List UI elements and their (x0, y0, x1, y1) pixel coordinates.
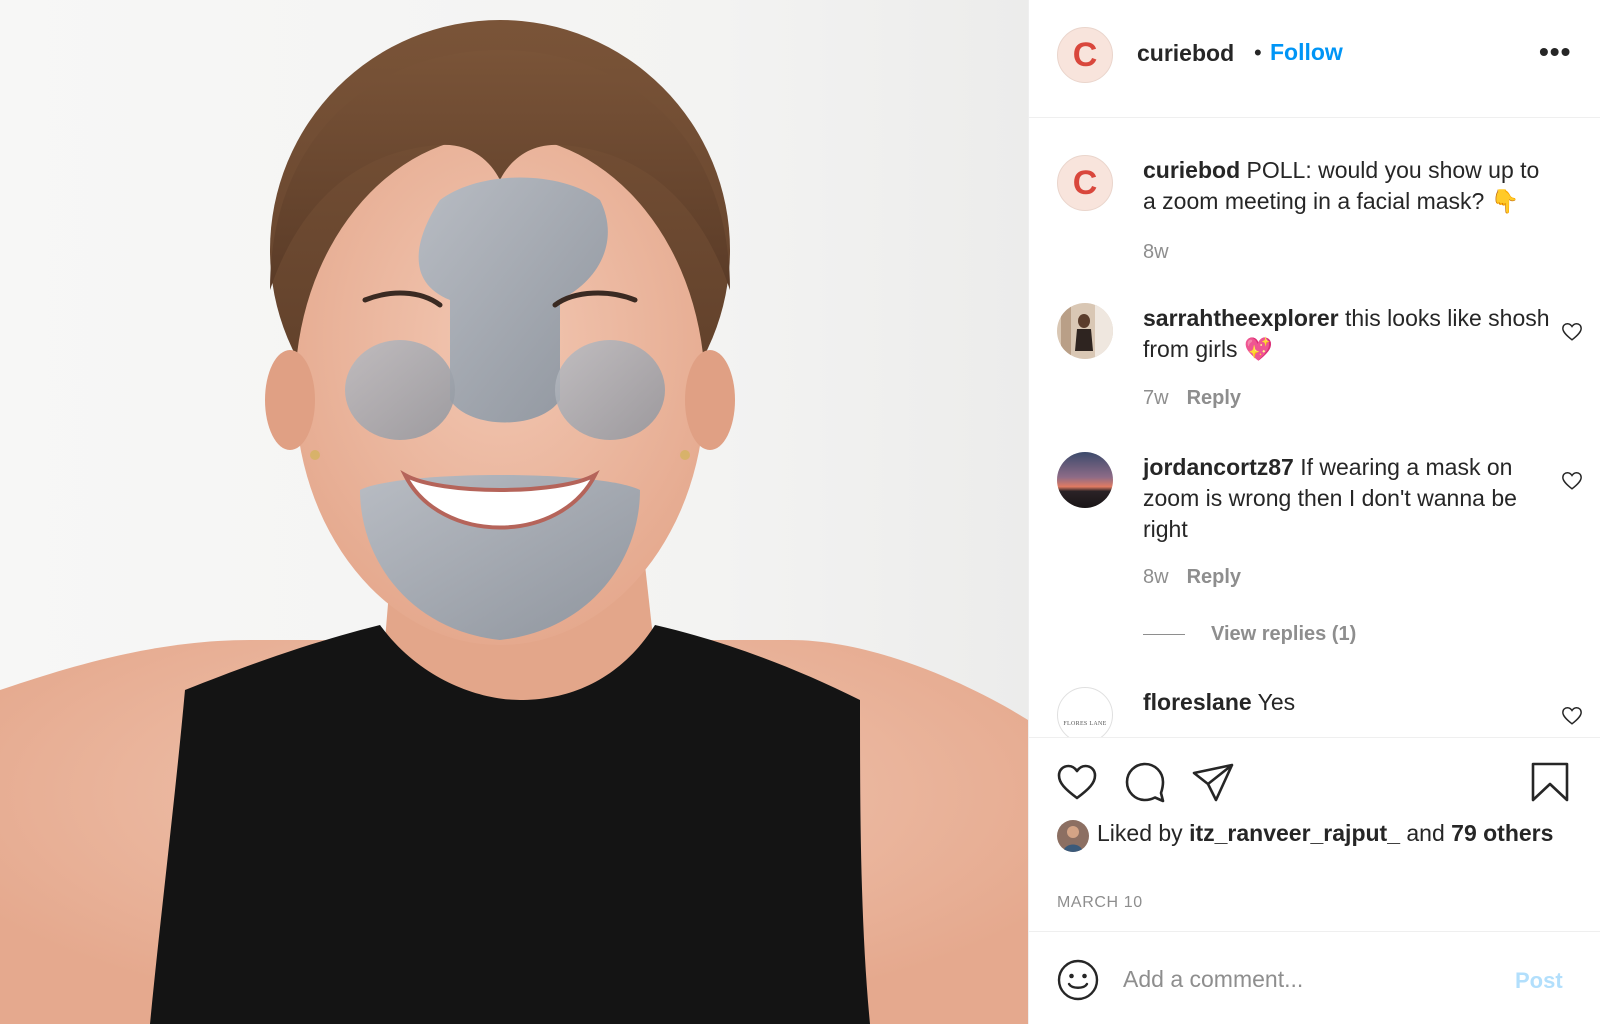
author-username[interactable]: curiebod (1137, 40, 1234, 67)
header-separator: • (1254, 40, 1262, 65)
comment-body: jordancortz87 If wearing a mask on zoom … (1143, 452, 1553, 545)
like-comment-heart-icon[interactable] (1561, 321, 1583, 343)
post-date[interactable]: MARCH 10 (1057, 894, 1143, 912)
post-comment-button[interactable]: Post (1515, 968, 1563, 994)
view-replies-button[interactable]: View replies (1) (1143, 623, 1356, 646)
like-comment-heart-icon[interactable] (1561, 470, 1583, 492)
comment-time: 8w (1143, 566, 1169, 588)
post-header: C curiebod • Follow ••• (1029, 0, 1600, 118)
comment-bubble-icon[interactable] (1123, 760, 1167, 804)
caption-body: curiebod POLL: would you show up to a zo… (1143, 155, 1553, 217)
reply-button[interactable]: Reply (1187, 387, 1241, 409)
follow-button[interactable]: Follow (1270, 39, 1343, 66)
caption-meta: 8w (1143, 241, 1169, 264)
post-image[interactable] (0, 0, 1028, 1024)
likes-prefix: Liked by (1097, 820, 1190, 846)
likes-text: Liked by itz_ranveer_rajput_ and 79 othe… (1097, 818, 1567, 849)
liker-avatar[interactable] (1057, 820, 1089, 852)
commenter-avatar[interactable] (1057, 303, 1113, 359)
share-paper-plane-icon[interactable] (1191, 760, 1235, 804)
caption-avatar-letter: C (1072, 164, 1098, 202)
commenter-username[interactable]: jordancortz87 (1143, 454, 1294, 480)
commenter-avatar-logo: FLORES LANE (1063, 721, 1107, 727)
post-photo-illustration (0, 20, 1028, 1024)
post-side-panel: C curiebod • Follow ••• C curiebod POLL:… (1028, 0, 1600, 1024)
reply-button[interactable]: Reply (1187, 566, 1241, 588)
view-replies-label: View replies (1) (1211, 623, 1357, 645)
commenter-username[interactable]: sarrahtheexplorer (1143, 305, 1339, 331)
commenter-username[interactable]: floreslane (1143, 689, 1252, 715)
commenter-avatar-image (1057, 452, 1113, 508)
liker-avatar-image (1057, 820, 1089, 852)
liker-username[interactable]: itz_ranveer_rajput_ (1189, 820, 1400, 846)
add-comment-bar: Post (1029, 931, 1600, 1024)
post-actions: Liked by itz_ranveer_rajput_ and 79 othe… (1029, 737, 1600, 931)
comment-body: sarrahtheexplorer this looks like shosh … (1143, 303, 1553, 365)
emoji-smiley-icon[interactable] (1056, 958, 1100, 1002)
caption-time: 8w (1143, 241, 1169, 263)
commenter-avatar[interactable]: FLORES LANE (1057, 687, 1113, 737)
comment-input[interactable] (1123, 954, 1503, 1004)
caption-username[interactable]: curiebod (1143, 157, 1240, 183)
comments-list[interactable]: C curiebod POLL: would you show up to a … (1029, 119, 1600, 737)
save-bookmark-icon[interactable] (1529, 760, 1571, 804)
like-heart-icon[interactable] (1055, 760, 1099, 804)
caption-avatar[interactable]: C (1057, 155, 1113, 211)
comment-time: 7w (1143, 387, 1169, 409)
comment-meta: 7w Reply (1143, 387, 1241, 410)
likes-middle: and (1400, 820, 1452, 846)
author-avatar[interactable]: C (1057, 27, 1113, 83)
commenter-avatar[interactable] (1057, 452, 1113, 508)
likes-others[interactable]: 79 others (1451, 820, 1553, 846)
comment-body: floreslane Yes (1143, 687, 1553, 718)
like-comment-heart-icon[interactable] (1561, 705, 1583, 727)
more-options-icon[interactable]: ••• (1539, 36, 1571, 68)
author-avatar-letter: C (1072, 36, 1098, 74)
view-replies-line (1143, 634, 1185, 636)
comment-meta: 8w Reply (1143, 566, 1241, 589)
commenter-avatar-image (1057, 303, 1113, 359)
comment-text: Yes (1251, 689, 1296, 715)
